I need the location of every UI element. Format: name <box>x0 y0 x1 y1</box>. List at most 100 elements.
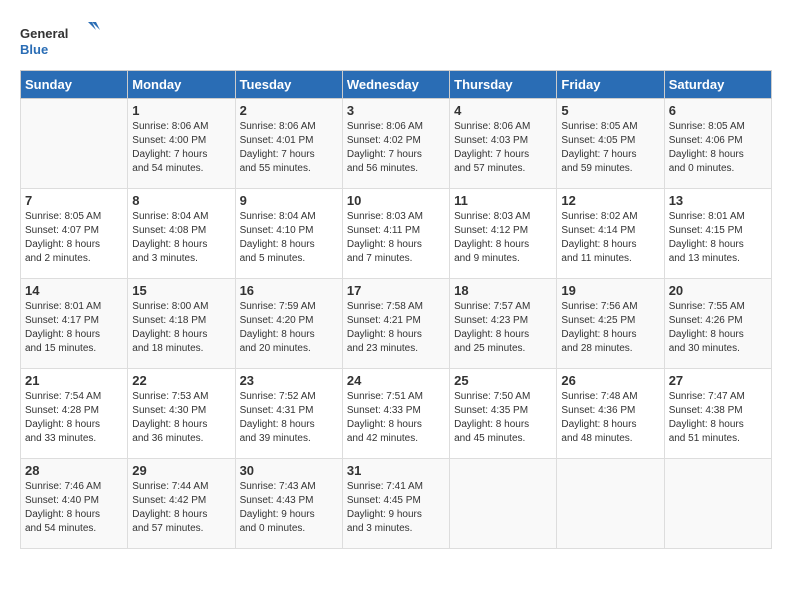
column-header-wednesday: Wednesday <box>342 71 449 99</box>
logo: General Blue <box>20 20 100 60</box>
day-info: Sunrise: 8:06 AMSunset: 4:00 PMDaylight:… <box>132 120 230 176</box>
day-number: 1 <box>132 103 230 118</box>
day-info: Sunrise: 7:52 AMSunset: 4:31 PMDaylight:… <box>240 390 338 446</box>
day-info: Sunrise: 7:41 AMSunset: 4:45 PMDaylight:… <box>347 480 445 536</box>
day-number: 3 <box>347 103 445 118</box>
day-number: 9 <box>240 193 338 208</box>
day-number: 29 <box>132 463 230 478</box>
calendar-cell: 8 Sunrise: 8:04 AMSunset: 4:08 PMDaylight… <box>128 189 235 279</box>
day-number: 15 <box>132 283 230 298</box>
day-info: Sunrise: 8:02 AMSunset: 4:14 PMDaylight:… <box>561 210 659 266</box>
column-header-saturday: Saturday <box>664 71 771 99</box>
calendar-cell: 21 Sunrise: 7:54 AMSunset: 4:28 PMDayligh… <box>21 369 128 459</box>
calendar-body: 1 Sunrise: 8:06 AMSunset: 4:00 PMDaylight… <box>21 99 772 549</box>
column-header-thursday: Thursday <box>450 71 557 99</box>
day-info: Sunrise: 7:47 AMSunset: 4:38 PMDaylight:… <box>669 390 767 446</box>
column-header-sunday: Sunday <box>21 71 128 99</box>
day-info: Sunrise: 8:01 AMSunset: 4:17 PMDaylight:… <box>25 300 123 356</box>
calendar-cell: 14 Sunrise: 8:01 AMSunset: 4:17 PMDayligh… <box>21 279 128 369</box>
day-info: Sunrise: 8:00 AMSunset: 4:18 PMDaylight:… <box>132 300 230 356</box>
day-info: Sunrise: 8:05 AMSunset: 4:05 PMDaylight:… <box>561 120 659 176</box>
calendar-cell: 16 Sunrise: 7:59 AMSunset: 4:20 PMDayligh… <box>235 279 342 369</box>
day-number: 31 <box>347 463 445 478</box>
day-number: 22 <box>132 373 230 388</box>
calendar-cell: 13Sunrise: 8:01 AMSunset: 4:15 PMDayligh… <box>664 189 771 279</box>
day-info: Sunrise: 7:59 AMSunset: 4:20 PMDaylight:… <box>240 300 338 356</box>
column-header-monday: Monday <box>128 71 235 99</box>
day-info: Sunrise: 7:53 AMSunset: 4:30 PMDaylight:… <box>132 390 230 446</box>
calendar-cell: 23 Sunrise: 7:52 AMSunset: 4:31 PMDayligh… <box>235 369 342 459</box>
calendar-cell <box>450 459 557 549</box>
column-header-tuesday: Tuesday <box>235 71 342 99</box>
calendar-cell: 26 Sunrise: 7:48 AMSunset: 4:36 PMDayligh… <box>557 369 664 459</box>
calendar-cell: 1 Sunrise: 8:06 AMSunset: 4:00 PMDaylight… <box>128 99 235 189</box>
calendar-cell: 6 Sunrise: 8:05 AMSunset: 4:06 PMDaylight… <box>664 99 771 189</box>
svg-text:General: General <box>20 26 68 41</box>
calendar-cell: 7 Sunrise: 8:05 AMSunset: 4:07 PMDaylight… <box>21 189 128 279</box>
day-number: 11 <box>454 193 552 208</box>
day-number: 27 <box>669 373 767 388</box>
week-row-2: 7 Sunrise: 8:05 AMSunset: 4:07 PMDaylight… <box>21 189 772 279</box>
day-info: Sunrise: 8:06 AMSunset: 4:03 PMDaylight:… <box>454 120 552 176</box>
day-number: 19 <box>561 283 659 298</box>
day-info: Sunrise: 8:03 AMSunset: 4:12 PMDaylight:… <box>454 210 552 266</box>
day-info: Sunrise: 7:58 AMSunset: 4:21 PMDaylight:… <box>347 300 445 356</box>
day-number: 25 <box>454 373 552 388</box>
calendar-cell: 10Sunrise: 8:03 AMSunset: 4:11 PMDayligh… <box>342 189 449 279</box>
calendar-cell: 29 Sunrise: 7:44 AMSunset: 4:42 PMDayligh… <box>128 459 235 549</box>
calendar-cell: 20 Sunrise: 7:55 AMSunset: 4:26 PMDayligh… <box>664 279 771 369</box>
week-row-5: 28Sunrise: 7:46 AMSunset: 4:40 PMDayligh… <box>21 459 772 549</box>
day-number: 24 <box>347 373 445 388</box>
calendar-table: SundayMondayTuesdayWednesdayThursdayFrid… <box>20 70 772 549</box>
day-number: 7 <box>25 193 123 208</box>
week-row-3: 14 Sunrise: 8:01 AMSunset: 4:17 PMDayligh… <box>21 279 772 369</box>
day-number: 5 <box>561 103 659 118</box>
day-info: Sunrise: 8:06 AMSunset: 4:02 PMDaylight:… <box>347 120 445 176</box>
day-info: Sunrise: 8:04 AMSunset: 4:10 PMDaylight:… <box>240 210 338 266</box>
week-row-4: 21 Sunrise: 7:54 AMSunset: 4:28 PMDayligh… <box>21 369 772 459</box>
day-info: Sunrise: 7:56 AMSunset: 4:25 PMDaylight:… <box>561 300 659 356</box>
page-header: General Blue <box>20 20 772 60</box>
calendar-cell <box>664 459 771 549</box>
calendar-cell: 9 Sunrise: 8:04 AMSunset: 4:10 PMDaylight… <box>235 189 342 279</box>
day-number: 16 <box>240 283 338 298</box>
calendar-cell: 2 Sunrise: 8:06 AMSunset: 4:01 PMDaylight… <box>235 99 342 189</box>
day-number: 23 <box>240 373 338 388</box>
day-info: Sunrise: 8:06 AMSunset: 4:01 PMDaylight:… <box>240 120 338 176</box>
calendar-cell: 22 Sunrise: 7:53 AMSunset: 4:30 PMDayligh… <box>128 369 235 459</box>
day-info: Sunrise: 7:50 AMSunset: 4:35 PMDaylight:… <box>454 390 552 446</box>
calendar-cell: 24Sunrise: 7:51 AMSunset: 4:33 PMDayligh… <box>342 369 449 459</box>
calendar-cell: 4Sunrise: 8:06 AMSunset: 4:03 PMDaylight… <box>450 99 557 189</box>
day-number: 12 <box>561 193 659 208</box>
svg-text:Blue: Blue <box>20 42 48 57</box>
day-info: Sunrise: 7:48 AMSunset: 4:36 PMDaylight:… <box>561 390 659 446</box>
day-number: 6 <box>669 103 767 118</box>
calendar-cell: 30Sunrise: 7:43 AMSunset: 4:43 PMDayligh… <box>235 459 342 549</box>
day-number: 18 <box>454 283 552 298</box>
day-info: Sunrise: 8:05 AMSunset: 4:06 PMDaylight:… <box>669 120 767 176</box>
day-number: 14 <box>25 283 123 298</box>
day-info: Sunrise: 7:54 AMSunset: 4:28 PMDaylight:… <box>25 390 123 446</box>
day-number: 2 <box>240 103 338 118</box>
day-number: 30 <box>240 463 338 478</box>
day-number: 20 <box>669 283 767 298</box>
calendar-cell: 18 Sunrise: 7:57 AMSunset: 4:23 PMDayligh… <box>450 279 557 369</box>
column-header-friday: Friday <box>557 71 664 99</box>
day-number: 17 <box>347 283 445 298</box>
day-info: Sunrise: 7:55 AMSunset: 4:26 PMDaylight:… <box>669 300 767 356</box>
day-info: Sunrise: 8:04 AMSunset: 4:08 PMDaylight:… <box>132 210 230 266</box>
calendar-cell: 25 Sunrise: 7:50 AMSunset: 4:35 PMDayligh… <box>450 369 557 459</box>
day-number: 10 <box>347 193 445 208</box>
day-info: Sunrise: 7:44 AMSunset: 4:42 PMDaylight:… <box>132 480 230 536</box>
calendar-cell: 19 Sunrise: 7:56 AMSunset: 4:25 PMDayligh… <box>557 279 664 369</box>
day-number: 26 <box>561 373 659 388</box>
calendar-cell: 17 Sunrise: 7:58 AMSunset: 4:21 PMDayligh… <box>342 279 449 369</box>
day-number: 21 <box>25 373 123 388</box>
day-info: Sunrise: 7:57 AMSunset: 4:23 PMDaylight:… <box>454 300 552 356</box>
week-row-1: 1 Sunrise: 8:06 AMSunset: 4:00 PMDaylight… <box>21 99 772 189</box>
day-number: 8 <box>132 193 230 208</box>
calendar-cell: 12 Sunrise: 8:02 AMSunset: 4:14 PMDayligh… <box>557 189 664 279</box>
calendar-cell: 11 Sunrise: 8:03 AMSunset: 4:12 PMDayligh… <box>450 189 557 279</box>
column-headers-row: SundayMondayTuesdayWednesdayThursdayFrid… <box>21 71 772 99</box>
day-info: Sunrise: 8:05 AMSunset: 4:07 PMDaylight:… <box>25 210 123 266</box>
